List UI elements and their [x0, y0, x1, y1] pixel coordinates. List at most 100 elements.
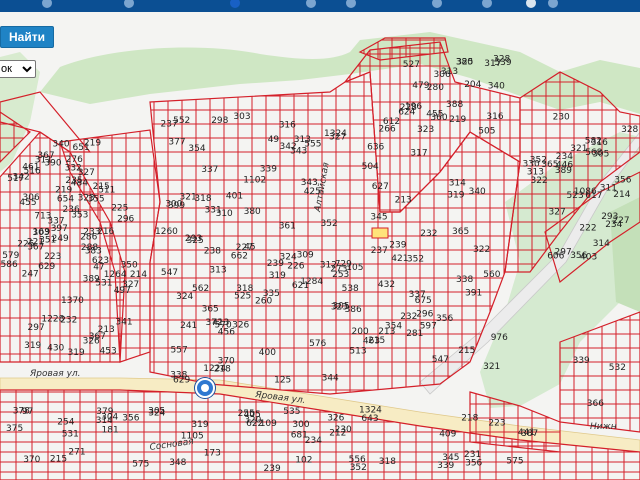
parcel-number[interactable]: 337 — [201, 165, 218, 175]
parcel-number[interactable]: 432 — [378, 280, 395, 290]
parcel-number[interactable]: 324 — [280, 253, 297, 263]
parcel-number[interactable]: 228 — [400, 103, 417, 113]
parcel-number[interactable]: 316 — [486, 112, 503, 122]
toolbar-icon[interactable] — [124, 0, 134, 8]
parcel-number[interactable]: 350 — [121, 260, 138, 270]
parcel-number[interactable]: 400 — [259, 348, 276, 358]
parcel-number[interactable]: 463 — [363, 337, 380, 347]
parcel-number[interactable]: 254 — [57, 418, 74, 428]
parcel-number[interactable]: 306 — [23, 193, 40, 203]
parcel-number[interactable]: 380 — [456, 58, 473, 68]
parcel-number[interactable]: 323 — [78, 194, 95, 204]
parcel-number[interactable]: 102 — [295, 456, 312, 466]
parcel-number[interactable]: 219 — [449, 115, 466, 125]
parcel-number[interactable]: 326 — [327, 414, 344, 424]
parcel-number[interactable]: 352 — [407, 255, 424, 265]
parcel-number[interactable]: 49 — [268, 135, 280, 145]
parcel-number[interactable]: 241 — [180, 321, 197, 331]
parcel-number[interactable]: 1102 — [243, 176, 266, 186]
parcel-number[interactable]: 361 — [279, 222, 296, 232]
parcel-number[interactable]: 213 — [395, 195, 412, 205]
parcel-number[interactable]: 636 — [367, 143, 384, 153]
parcel-number[interactable]: 345 — [442, 453, 459, 463]
parcel-number[interactable]: 348 — [169, 458, 186, 468]
parcel-number[interactable]: 332 — [65, 163, 82, 173]
parcel-number[interactable]: 288 — [81, 243, 98, 253]
parcel-number[interactable]: 318 — [236, 284, 253, 294]
parcel-number[interactable]: 314 — [593, 239, 610, 249]
parcel-number[interactable]: 218 — [214, 364, 231, 374]
parcel-number[interactable]: 340 — [52, 140, 69, 150]
parcel-number[interactable]: 535 — [283, 407, 300, 417]
parcel-number[interactable]: 505 — [478, 127, 495, 137]
parcel-number[interactable]: 280 — [427, 83, 444, 93]
parcel-number[interactable]: 247 — [22, 270, 39, 280]
parcel-number[interactable]: 105 — [346, 263, 363, 273]
parcel-number[interactable]: 297 — [28, 323, 45, 333]
object-type-select[interactable]: ок — [0, 60, 36, 78]
parcel-number[interactable]: 331 — [205, 205, 222, 215]
parcel-number[interactable]: 356 — [570, 251, 587, 261]
parcel-number[interactable]: 340 — [469, 187, 486, 197]
parcel-number[interactable]: 576 — [309, 339, 326, 349]
parcel-number[interactable]: 281 — [406, 329, 423, 339]
parcel-number[interactable]: 360 — [430, 113, 447, 123]
parcel-number[interactable]: 214 — [130, 270, 147, 280]
parcel-number[interactable]: 216 — [97, 227, 114, 237]
parcel-number[interactable]: 239 — [264, 464, 281, 474]
toolbar-icon[interactable] — [230, 0, 240, 8]
parcel-number[interactable]: 516 — [24, 167, 41, 177]
parcel-number[interactable]: 612 — [383, 117, 400, 127]
parcel-number[interactable]: 319 — [191, 420, 208, 430]
parcel-number[interactable]: 375 — [6, 424, 23, 434]
parcel-number[interactable]: 237 — [161, 120, 178, 130]
parcel-number[interactable]: 219 — [84, 138, 101, 148]
parcel-number[interactable]: 343 — [301, 178, 318, 188]
search-button[interactable]: Найти — [0, 26, 54, 48]
parcel-number[interactable]: 226 — [287, 261, 304, 271]
parcel-number[interactable]: 575 — [132, 460, 149, 470]
parcel-number[interactable]: 352 — [530, 156, 547, 166]
parcel-number[interactable]: 341 — [115, 318, 132, 328]
parcel-number[interactable]: 109 — [260, 419, 277, 429]
parcel-number[interactable]: 319 — [68, 348, 85, 358]
parcel-number[interactable]: 377 — [168, 137, 185, 147]
parcel-number[interactable]: 386 — [345, 305, 362, 315]
parcel-number[interactable]: 218 — [461, 414, 478, 424]
parcel-number[interactable]: 317 — [410, 149, 427, 159]
parcel-number[interactable]: 380 — [244, 207, 261, 217]
parcel-number[interactable]: 327 — [549, 208, 566, 218]
parcel-number[interactable]: 513 — [349, 347, 366, 357]
toolbar-icon[interactable] — [526, 0, 536, 8]
parcel-number[interactable]: 227 — [236, 243, 253, 253]
parcel-number[interactable]: 324 — [148, 409, 165, 419]
parcel-number[interactable]: 204 — [464, 80, 481, 90]
parcel-number[interactable]: 271 — [68, 448, 85, 458]
parcel-number[interactable]: 354 — [188, 144, 205, 154]
parcel-number[interactable]: 1260 — [155, 227, 178, 237]
parcel-number[interactable]: 232 — [420, 229, 437, 239]
parcel-number[interactable]: 338 — [170, 371, 187, 381]
parcel-number[interactable]: 319 — [447, 190, 464, 200]
parcel-number[interactable]: 221 — [27, 237, 44, 247]
parcel-number[interactable]: 255 — [238, 409, 255, 419]
parcel-number[interactable]: 1324 — [324, 129, 347, 139]
parcel-number[interactable]: 232 — [60, 316, 77, 326]
parcel-number[interactable]: 354 — [385, 322, 402, 332]
parcel-number[interactable]: 223 — [44, 252, 61, 262]
parcel-number[interactable]: 293 — [185, 234, 202, 244]
parcel-number[interactable]: 575 — [506, 457, 523, 467]
parcel-number[interactable]: 562 — [192, 284, 209, 294]
parcel-number[interactable]: 539 — [494, 58, 511, 68]
parcel-number[interactable]: 239 — [389, 241, 406, 251]
parcel-number[interactable]: 547 — [432, 355, 449, 365]
parcel-number[interactable]: 230 — [335, 425, 352, 435]
parcel-number[interactable]: 532 — [609, 363, 626, 373]
parcel-number[interactable]: 453 — [100, 346, 117, 356]
parcel-number[interactable]: 314 — [449, 178, 466, 188]
parcel-number[interactable]: 976 — [491, 333, 508, 343]
parcel-number[interactable]: 305 — [592, 150, 609, 160]
parcel-number[interactable]: 296 — [416, 310, 433, 320]
parcel-number[interactable]: 356 — [436, 314, 453, 324]
parcel-number[interactable]: 654 — [57, 194, 74, 204]
